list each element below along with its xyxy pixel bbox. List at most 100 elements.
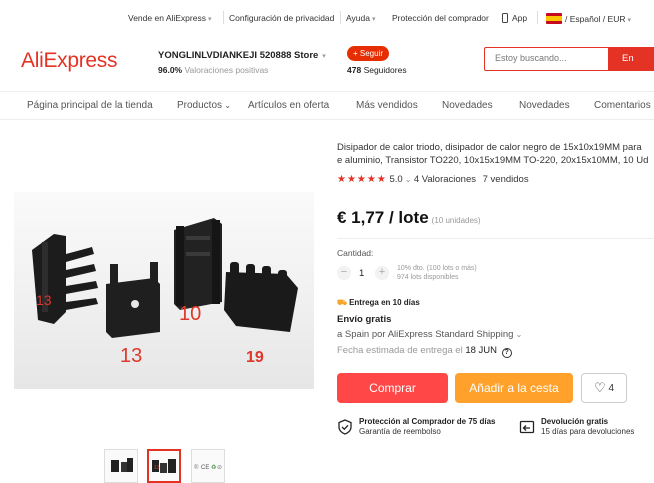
- top-utility-bar: Vende en AliExpress ▾ Configuración de pr…: [0, 0, 654, 36]
- delivery-date: 18 JUN: [465, 345, 498, 356]
- help-menu[interactable]: Ayuda ▾: [346, 13, 375, 23]
- sell-on-aliexpress-link[interactable]: Vende en AliExpress ▾: [128, 13, 212, 23]
- nav-products[interactable]: Productos ⌄: [177, 100, 231, 111]
- thumbnail-3[interactable]: ® CE ♻ ⊘: [191, 449, 225, 483]
- reviews-link[interactable]: 4 Valoraciones: [414, 174, 476, 185]
- heart-icon: ♡: [594, 380, 606, 395]
- follow-button[interactable]: + Seguir: [347, 46, 390, 61]
- svg-text:®: ®: [194, 464, 199, 471]
- wishlist-button[interactable]: ♡ 4: [581, 373, 627, 403]
- price-unit: (10 unidades): [431, 216, 481, 225]
- sold-count: 7 vendidos: [482, 174, 529, 185]
- followers-label: Seguidores: [363, 65, 407, 75]
- quantity-note: 10% dto. (100 lots o más) 974 lots dispo…: [397, 264, 477, 282]
- return-subtitle: 15 días para devoluciones: [541, 426, 635, 436]
- bulk-discount: 10% dto. (100 lots o más): [397, 265, 477, 272]
- search-button[interactable]: En AliEx: [608, 47, 654, 88]
- divider: [537, 11, 538, 24]
- nav-best-sellers[interactable]: Más vendidos: [356, 100, 418, 111]
- dimension-label: 13: [120, 345, 142, 367]
- title-line: Disipador de calor triodo, disipador de …: [337, 142, 642, 153]
- dimension-label: 13: [36, 292, 52, 308]
- thumbnail-2-selected[interactable]: 13: [147, 449, 181, 483]
- chevron-down-icon[interactable]: ⌄: [403, 175, 414, 184]
- nav-store-home[interactable]: Página principal de la tienda: [27, 100, 153, 111]
- free-shipping: Envío gratis: [337, 314, 392, 325]
- truck-icon: ⛟: [337, 298, 348, 307]
- svg-text:⊘: ⊘: [217, 465, 222, 471]
- buy-now-button[interactable]: Comprar: [337, 373, 448, 403]
- svg-text:♻: ♻: [211, 464, 216, 471]
- app-link[interactable]: App: [502, 13, 527, 23]
- delivery-badge: ⛟ Entrega en 10 días: [337, 298, 420, 308]
- followers-count: 478 Seguidores: [347, 65, 407, 75]
- divider: [223, 11, 224, 24]
- free-return-info: Devolución gratis 15 días para devolucio…: [519, 417, 635, 436]
- stock-available: 974 lots disponibles: [397, 274, 459, 281]
- sell-label: Vende en AliExpress: [128, 13, 206, 23]
- aliexpress-logo[interactable]: AliExpress: [21, 49, 118, 73]
- help-icon[interactable]: ?: [501, 348, 512, 358]
- divider: [340, 11, 341, 24]
- help-label: Ayuda: [346, 13, 370, 23]
- quantity-increase-button[interactable]: +: [375, 266, 389, 280]
- heatsink-photo: 13 10 13 19: [32, 218, 298, 367]
- locale-label: / Español / EUR: [565, 14, 626, 24]
- price: € 1,77 / lote (10 unidades): [337, 208, 481, 228]
- nav-offers[interactable]: Artículos en oferta: [248, 100, 329, 111]
- store-nav: Página principal de la tienda Productos …: [0, 92, 654, 120]
- buyer-protection-info: Protección al Comprador de 75 días Garan…: [338, 417, 496, 436]
- svg-text:CE: CE: [201, 465, 209, 471]
- protection-title: Protección al Comprador de 75 días: [359, 417, 496, 426]
- quantity-value[interactable]: 1: [359, 268, 364, 279]
- privacy-settings-link[interactable]: Configuración de privacidad: [229, 13, 334, 23]
- star-rating-icon: ★★★★★: [337, 174, 387, 185]
- nav-products-label: Productos: [177, 100, 223, 111]
- chevron-down-icon: ▾: [627, 17, 631, 24]
- language-currency-selector[interactable]: / Español / EUR ▾: [546, 13, 631, 24]
- spain-flag-icon: [546, 13, 562, 24]
- phone-icon: [502, 13, 508, 23]
- dimension-label: 10: [179, 303, 201, 325]
- delivery-badge-label: Entrega en 10 días: [349, 298, 420, 307]
- nav-new-arrivals[interactable]: Novedades: [442, 100, 493, 111]
- delivery-date-prefix: Fecha estimada de entrega el: [337, 345, 463, 356]
- rating-value: 5.0: [389, 174, 403, 185]
- nav-reviews[interactable]: Comentarios: [594, 100, 651, 111]
- price-value: € 1,77 / lote: [337, 208, 429, 227]
- nav-new-arrivals-2[interactable]: Novedades: [519, 100, 570, 111]
- dimension-label: 19: [246, 349, 264, 366]
- add-to-cart-button[interactable]: Añadir a la cesta: [455, 373, 573, 403]
- store-header: AliExpress YONGLINLVDIANKEJI 520888 Stor…: [0, 36, 654, 92]
- quantity-decrease-button[interactable]: −: [337, 266, 351, 280]
- shipping-method[interactable]: a Spain por AliExpress Standard Shipping…: [337, 329, 522, 340]
- shipping-method-label: a Spain por AliExpress Standard Shipping: [337, 329, 514, 340]
- product-title: Disipador de calor triodo, disipador de …: [337, 141, 654, 167]
- wishlist-count: 4: [608, 383, 614, 394]
- positive-label: Valoraciones positivas: [184, 65, 269, 75]
- chevron-down-icon: ▾: [371, 16, 376, 23]
- product-main-image[interactable]: 13 10 13 19: [14, 192, 314, 389]
- store-name[interactable]: YONGLINLVDIANKEJI 520888 Store ▾: [158, 50, 326, 61]
- chevron-down-icon: ▾: [320, 53, 326, 60]
- store-name-label: YONGLINLVDIANKEJI 520888 Store: [158, 50, 319, 61]
- protection-subtitle: Garantía de reembolso: [359, 426, 441, 436]
- thumbnail-image: [111, 458, 133, 472]
- rating-row: ★★★★★ 5.0 ⌄ 4 Valoraciones 7 vendidos: [337, 174, 529, 185]
- search-input[interactable]: Estoy buscando...: [484, 47, 608, 71]
- chevron-down-icon: ▾: [207, 16, 212, 23]
- thumbnail-image: ® CE ♻ ⊘: [194, 464, 222, 471]
- chevron-down-icon: ⌄: [513, 330, 523, 339]
- estimated-delivery: Fecha estimada de entrega el 18 JUN ?: [337, 345, 512, 358]
- svg-text:13: 13: [154, 465, 160, 471]
- chevron-down-icon: ⌄: [222, 101, 231, 110]
- divider: [337, 238, 654, 239]
- shield-check-icon: [338, 419, 352, 435]
- return-icon: [519, 420, 535, 434]
- positive-percentage: 96.0%: [158, 65, 183, 75]
- thumbnail-1[interactable]: [104, 449, 138, 483]
- followers-number: 478: [347, 65, 362, 75]
- thumbnail-image: 13: [152, 459, 176, 473]
- return-title: Devolución gratis: [541, 417, 609, 426]
- buyer-protection-link[interactable]: Protección del comprador: [392, 13, 489, 23]
